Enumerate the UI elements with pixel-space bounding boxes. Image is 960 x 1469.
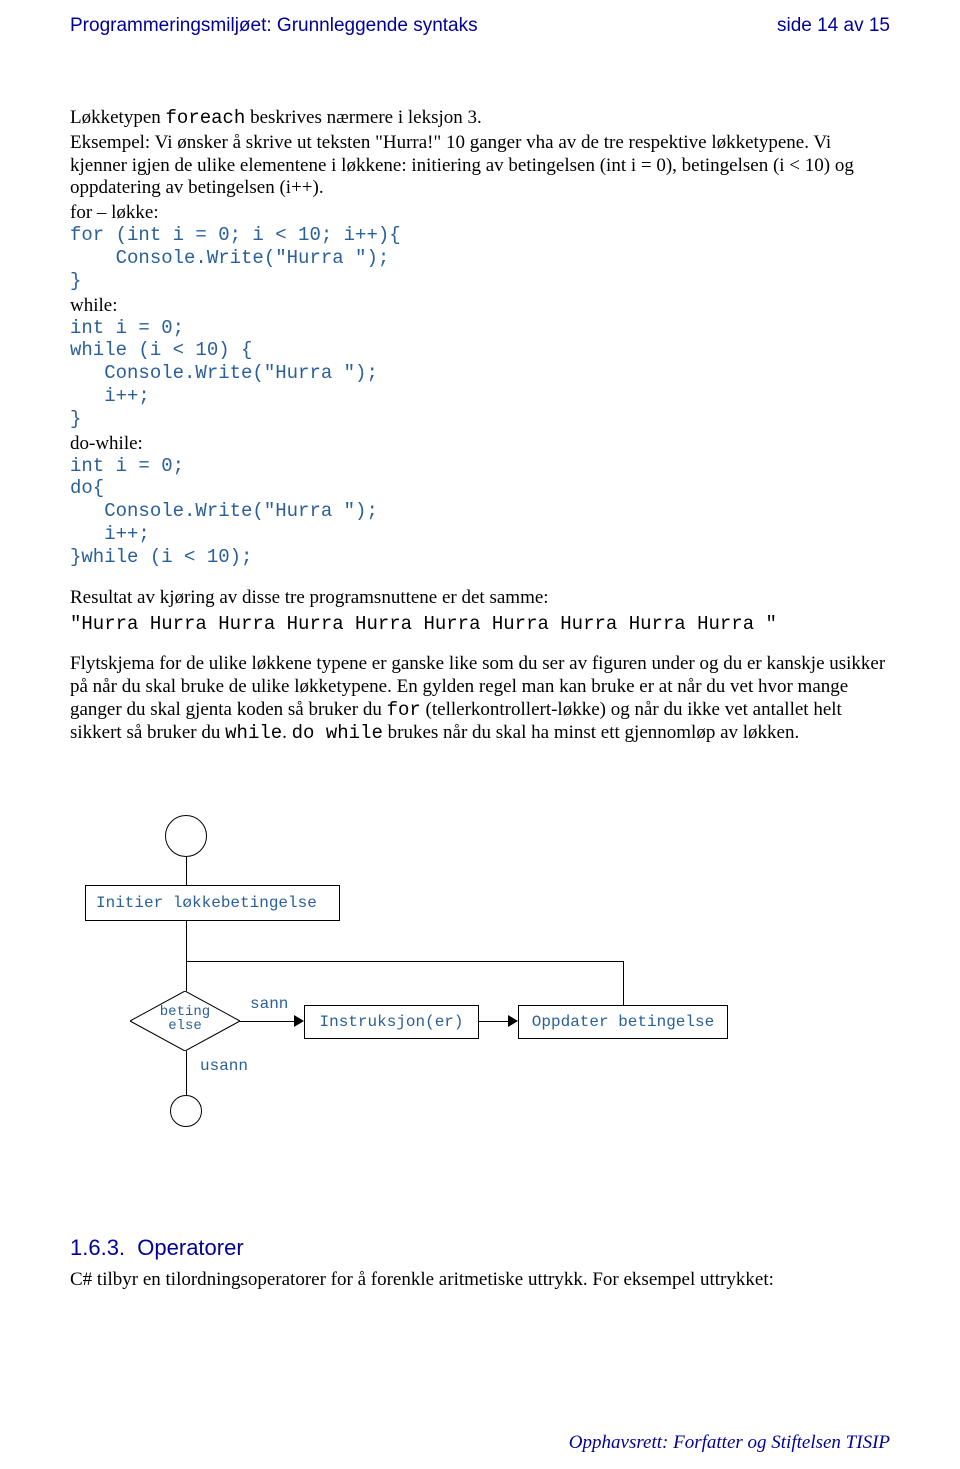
for-keyword: for: [387, 699, 421, 721]
flowchart-start-circle: [165, 815, 207, 857]
intro-line1: Løkketypen foreach beskrives nærmere i l…: [70, 107, 890, 130]
explain-c: .: [282, 722, 292, 743]
dowhile-code: int i = 0; do{ Console.Write("Hurra "); …: [70, 455, 890, 569]
flowchart-arrow-right-icon: [294, 1015, 304, 1027]
while-label: while:: [70, 295, 890, 317]
flowchart-line: [186, 921, 187, 999]
flowchart-line: [186, 1051, 187, 1095]
foreach-keyword: foreach: [166, 107, 246, 129]
flowchart-decision-diamond: beting else: [130, 991, 240, 1051]
header-title: Programmeringsmiljøet: Grunnleggende syn…: [70, 15, 478, 37]
flowchart-init-box: Initier løkkebetingelse: [85, 885, 340, 921]
result-output: "Hurra Hurra Hurra Hurra Hurra Hurra Hur…: [70, 613, 890, 635]
result-label: Resultat av kjøring av disse tre program…: [70, 587, 890, 610]
for-label: for – løkke:: [70, 202, 890, 224]
intro-line1-b: beskrives nærmere i leksjon 3.: [245, 107, 481, 128]
flowchart-feedback-line: [186, 961, 624, 962]
flowchart-instruction-box: Instruksjon(er): [304, 1005, 479, 1039]
page-header: Programmeringsmiljøet: Grunnleggende syn…: [70, 15, 890, 37]
subsection-heading: 1.6.3. Operatorer: [70, 1235, 890, 1261]
flowchart-update-label: Oppdater betingelse: [532, 1013, 714, 1031]
dowhile-keyword: do while: [292, 722, 383, 744]
header-page-number: side 14 av 15: [777, 15, 890, 37]
flowchart-arrow-right-icon: [508, 1015, 518, 1027]
flowchart-update-box: Oppdater betingelse: [518, 1005, 728, 1039]
intro-paragraph: Eksempel: Vi ønsker å skrive ut teksten …: [70, 132, 890, 200]
subsection-text: C# tilbyr en tilordningsoperatorer for å…: [70, 1269, 890, 1292]
flowchart-end-circle: [170, 1095, 202, 1127]
flowchart-true-label: sann: [250, 995, 288, 1013]
subsection-number: 1.6.3.: [70, 1235, 125, 1260]
explain-paragraph: Flytskjema for de ulike løkkene typene e…: [70, 653, 890, 744]
flowchart: Initier løkkebetingelse beting else sann…: [70, 815, 890, 1165]
flowchart-instruction-label: Instruksjon(er): [319, 1013, 463, 1031]
flowchart-cond-label2: else: [168, 1018, 202, 1034]
intro-line1-a: Løkketypen: [70, 107, 166, 128]
flowchart-init-label: Initier løkkebetingelse: [96, 894, 317, 912]
subsection-title: Operatorer: [137, 1235, 243, 1260]
explain-d: brukes når du skal ha minst ett gjennoml…: [383, 722, 799, 743]
for-code: for (int i = 0; i < 10; i++){ Console.Wr…: [70, 224, 890, 292]
while-code: int i = 0; while (i < 10) { Console.Writ…: [70, 317, 890, 431]
dowhile-label: do-while:: [70, 433, 890, 455]
flowchart-feedback-line: [623, 961, 624, 1005]
flowchart-line: [186, 857, 187, 885]
flowchart-false-label: usann: [200, 1057, 248, 1075]
page-footer: Opphavsrett: Forfatter og Stiftelsen TIS…: [569, 1432, 890, 1454]
while-keyword: while: [225, 722, 282, 744]
flowchart-line: [240, 1021, 300, 1022]
